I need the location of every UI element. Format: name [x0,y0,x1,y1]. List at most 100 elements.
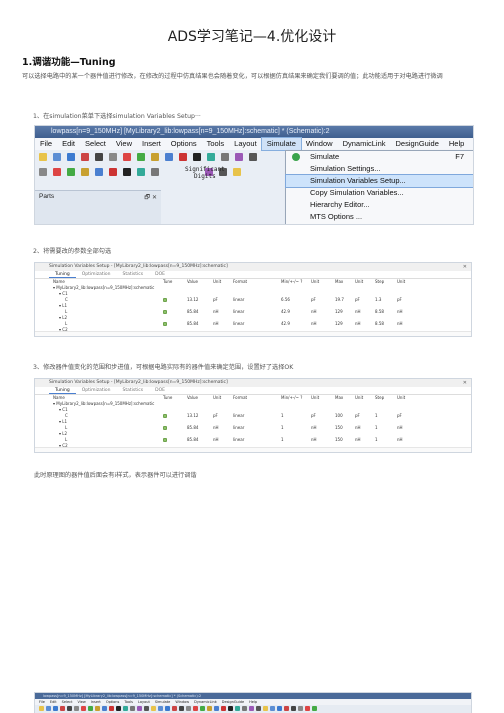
menu-item-2[interactable]: Simulation Variables Setup... [285,174,473,188]
tab-tuning[interactable]: Tuning [49,271,76,278]
menu-item-3[interactable]: Copy Simulation Variables... [286,187,473,199]
menu-designguide[interactable]: DesignGuide [222,699,244,705]
toolbar-icon[interactable] [67,168,75,176]
menu-layout[interactable]: Layout [229,138,262,150]
menu-dynamiclink[interactable]: DynamicLink [194,699,217,705]
toolbar-icon[interactable] [95,153,103,161]
menu-simulate[interactable]: Simulate [260,137,302,151]
tab-statistics[interactable]: Statistics [117,271,150,278]
toolbar-icon[interactable] [233,168,241,176]
toolbar-icon[interactable] [102,706,107,711]
toolbar-icon[interactable] [109,153,117,161]
toolbar-icon[interactable] [67,706,72,711]
toolbar-icon[interactable] [277,706,282,711]
toolbar-icon[interactable] [249,706,254,711]
menu-insert[interactable]: Insert [137,138,166,150]
menu-tools[interactable]: Tools [202,138,230,150]
menu-item-4[interactable]: Hierarchy Editor... [286,199,473,211]
toolbar-icon[interactable] [116,706,121,711]
toolbar-icon[interactable] [284,706,289,711]
tab-optimization[interactable]: Optimization [76,387,117,394]
toolbar-icon[interactable] [235,153,243,161]
menu-item-1[interactable]: Simulation Settings... [286,163,473,175]
close-icon[interactable]: ✕ [463,379,467,387]
toolbar-icon[interactable] [298,706,303,711]
menu-file[interactable]: File [39,699,45,705]
menu-designguide[interactable]: DesignGuide [391,138,444,150]
toolbar-icon[interactable] [214,706,219,711]
toolbar-icon[interactable] [193,153,201,161]
toolbar-icon[interactable] [81,153,89,161]
toolbar-icon[interactable] [67,153,75,161]
toolbar-icon[interactable] [291,706,296,711]
toolbar-icon[interactable] [81,168,89,176]
toolbar-icon[interactable] [242,706,247,711]
tune-checkbox[interactable] [163,438,167,442]
toolbar-icon[interactable] [228,706,233,711]
toolbar-icon[interactable] [186,706,191,711]
toolbar-icon[interactable] [81,706,86,711]
toolbar-icon[interactable] [207,706,212,711]
tab-tuning[interactable]: Tuning [49,387,76,394]
menu-options[interactable]: Options [166,138,202,150]
toolbar-icon[interactable] [109,706,114,711]
menu-item-5[interactable]: MTS Options ... [286,211,473,223]
menu-view[interactable]: View [77,699,85,705]
tune-checkbox[interactable] [163,322,167,326]
tune-checkbox[interactable] [163,414,167,418]
menu-help[interactable]: Help [249,699,257,705]
toolbar-icon[interactable] [123,153,131,161]
menu-dynamiclink[interactable]: DynamicLink [338,138,391,150]
toolbar-icon[interactable] [249,153,257,161]
toolbar-icon[interactable] [207,153,215,161]
toolbar-icon[interactable] [130,706,135,711]
toolbar-icon[interactable] [151,706,156,711]
menu-file[interactable]: File [35,138,57,150]
tab-optimization[interactable]: Optimization [76,271,117,278]
toolbar-icon[interactable] [53,168,61,176]
menu-edit[interactable]: Edit [50,699,57,705]
menu-tools[interactable]: Tools [124,699,133,705]
menu-help[interactable]: Help [444,138,469,150]
close-icon[interactable]: ✕ [463,263,467,271]
toolbar-icon[interactable] [270,706,275,711]
toolbar-icon[interactable] [144,706,149,711]
toolbar-icon[interactable] [137,168,145,176]
toolbar-icon[interactable] [179,706,184,711]
menu-window[interactable]: Window [301,138,338,150]
toolbar-icon[interactable] [165,153,173,161]
toolbar-icon[interactable] [95,168,103,176]
toolbar-icon[interactable] [312,706,317,711]
toolbar-icon[interactable] [88,706,93,711]
toolbar-icon[interactable] [53,153,61,161]
toolbar-icon[interactable] [305,706,310,711]
tune-checkbox[interactable] [163,426,167,430]
toolbar-icon[interactable] [172,706,177,711]
toolbar-icon[interactable] [60,706,65,711]
toolbar-icon[interactable] [158,706,163,711]
toolbar-icon[interactable] [95,706,100,711]
toolbar-icon[interactable] [221,706,226,711]
toolbar-icon[interactable] [39,153,47,161]
menu-edit[interactable]: Edit [57,138,80,150]
tab-statistics[interactable]: Statistics [117,387,150,394]
toolbar-icon[interactable] [235,706,240,711]
toolbar-icon[interactable] [39,168,47,176]
toolbar-icon[interactable] [151,168,159,176]
menu-window[interactable]: Window [175,699,189,705]
toolbar-icon[interactable] [256,706,261,711]
panel-controls-icon[interactable]: 🗗 ✕ [144,193,157,203]
menu-view[interactable]: View [111,138,137,150]
tune-checkbox[interactable] [163,310,167,314]
toolbar-icon[interactable] [123,168,131,176]
menu-select[interactable]: Select [80,138,111,150]
toolbar-icon[interactable] [137,706,142,711]
toolbar-icon[interactable] [53,706,58,711]
toolbar-icon[interactable] [137,153,145,161]
toolbar-icon[interactable] [165,706,170,711]
toolbar-icon[interactable] [200,706,205,711]
toolbar-icon[interactable] [263,706,268,711]
menu-options[interactable]: Options [106,699,120,705]
menu-item-0[interactable]: Simulate F7 [286,151,473,163]
tune-checkbox[interactable] [163,298,167,302]
